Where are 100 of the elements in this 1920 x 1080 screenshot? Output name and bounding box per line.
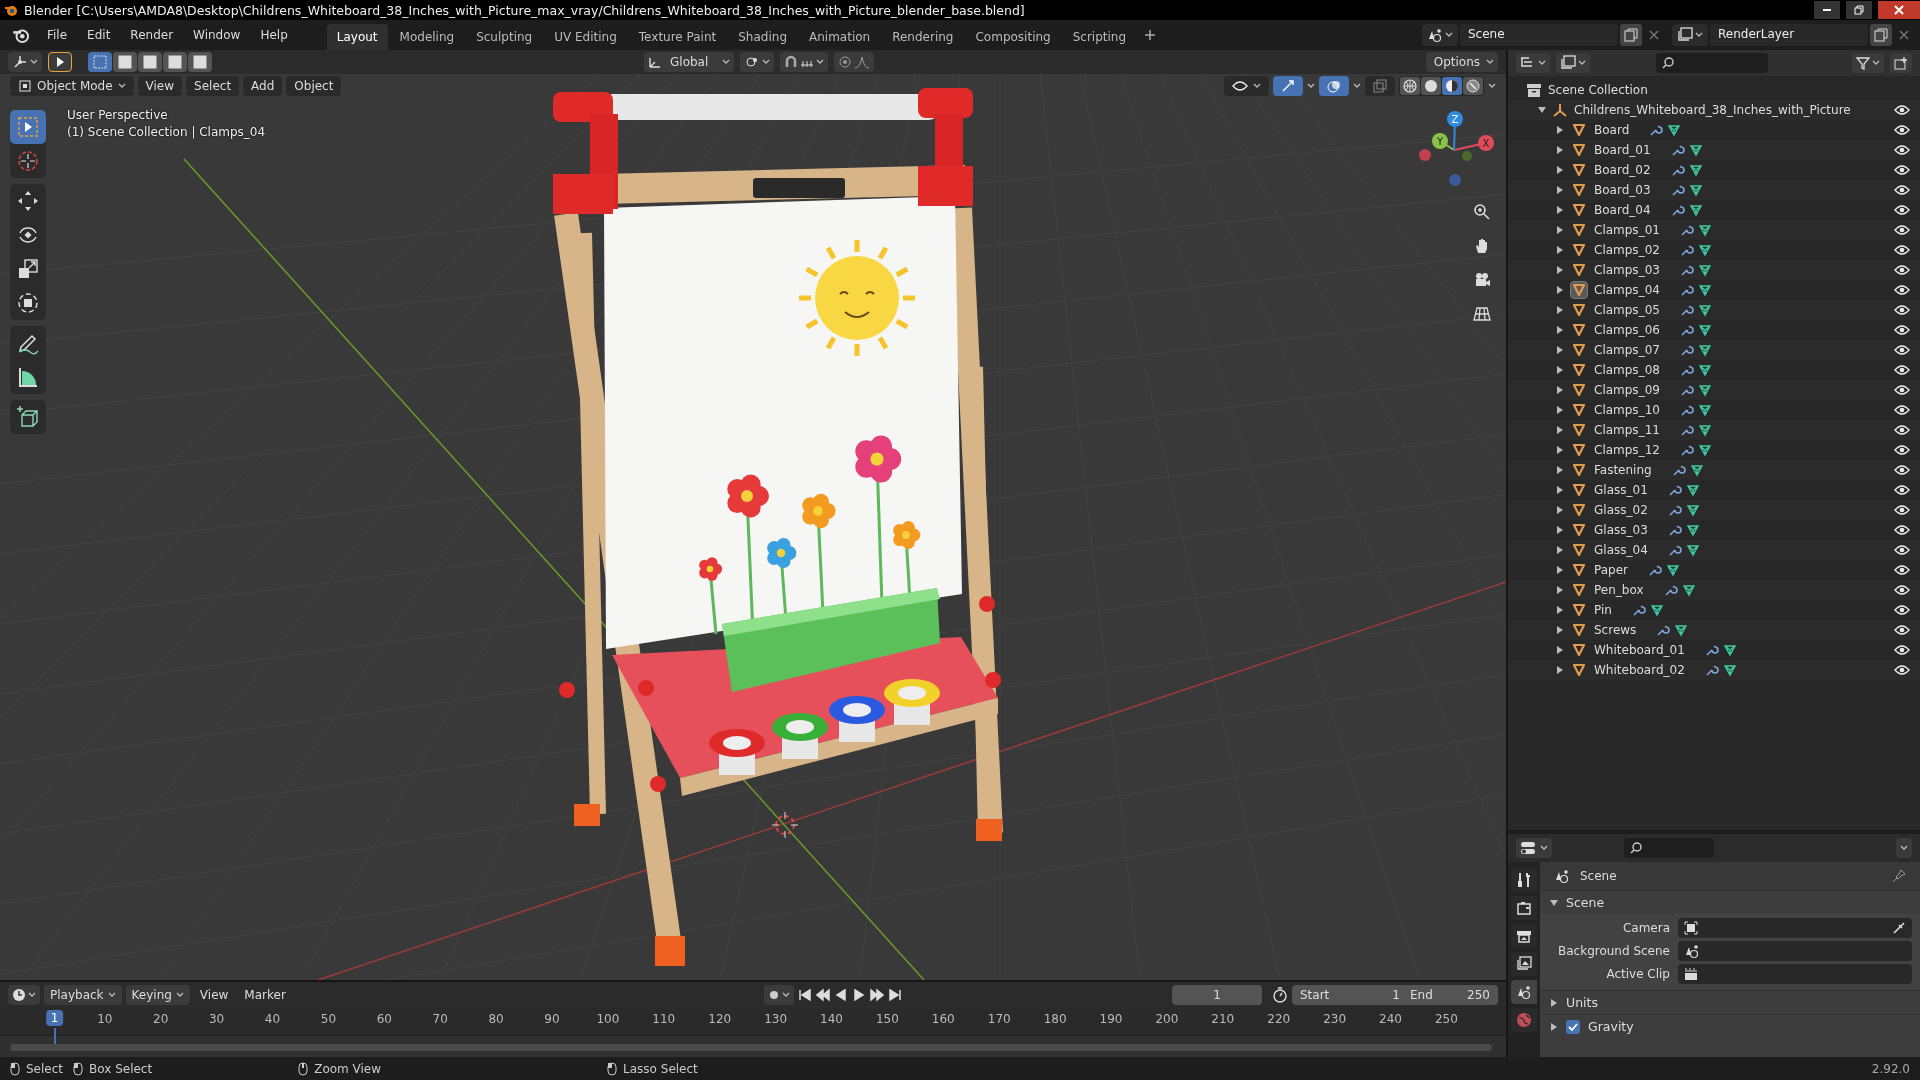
object-type-button[interactable] [1570, 521, 1588, 539]
properties-tab[interactable] [1511, 924, 1537, 948]
eye-icon[interactable] [1894, 624, 1910, 636]
outliner-row[interactable]: Clamps_12 [1508, 440, 1920, 460]
object-type-button[interactable] [1570, 441, 1588, 459]
mesh-data-icon[interactable] [1667, 123, 1682, 137]
object-type-button[interactable] [1570, 481, 1588, 499]
object-type-button[interactable] [1570, 181, 1588, 199]
expand-arrow-icon[interactable] [1556, 626, 1564, 634]
editor-type-button[interactable] [8, 985, 40, 1005]
stopwatch-icon[interactable] [1272, 987, 1288, 1003]
mesh-data-icon[interactable] [1697, 283, 1712, 297]
expand-arrow-icon[interactable] [1556, 226, 1564, 234]
shading-mode-button[interactable] [1421, 77, 1441, 95]
wrench-icon[interactable] [1679, 323, 1694, 337]
object-type-button[interactable] [1570, 321, 1588, 339]
view-layer-name-field[interactable]: RenderLayer [1710, 24, 1868, 46]
eye-icon[interactable] [1894, 664, 1910, 676]
eye-icon[interactable] [1894, 604, 1910, 616]
menu-item[interactable]: Render [121, 24, 183, 46]
menu-item[interactable]: File [38, 24, 77, 46]
workspace-tab[interactable]: Scripting [1062, 24, 1137, 50]
expand-arrow-icon[interactable] [1556, 486, 1564, 494]
wrench-icon[interactable] [1679, 443, 1694, 457]
search-field[interactable] [1624, 838, 1714, 858]
object-type-button[interactable] [1570, 281, 1588, 299]
object-type-button[interactable] [1570, 261, 1588, 279]
snap-toggle[interactable] [780, 52, 829, 72]
object-type-button[interactable] [1570, 361, 1588, 379]
wrench-icon[interactable] [1679, 403, 1694, 417]
viewport-menu[interactable]: Select [186, 76, 240, 96]
object-type-button[interactable] [1570, 501, 1588, 519]
expand-arrow-icon[interactable] [1556, 266, 1564, 274]
viewport-menu[interactable]: Object [286, 76, 342, 96]
eye-icon[interactable] [1894, 384, 1910, 396]
outliner-row[interactable]: Glass_03 [1508, 520, 1920, 540]
wrench-icon[interactable] [1667, 543, 1682, 557]
mesh-data-icon[interactable] [1681, 583, 1696, 597]
object-type-button[interactable] [1570, 601, 1588, 619]
eyedropper-icon[interactable] [1892, 921, 1906, 935]
expand-arrow-icon[interactable] [1556, 326, 1564, 334]
outliner-row[interactable]: Glass_01 [1508, 480, 1920, 500]
current-frame-field[interactable]: 1 [1172, 985, 1262, 1005]
options-dropdown[interactable] [1896, 838, 1912, 858]
object-type-button[interactable] [1570, 421, 1588, 439]
wrench-icon[interactable] [1670, 203, 1685, 217]
viewport-menu[interactable]: Add [243, 76, 283, 96]
expand-arrow-icon[interactable] [1538, 106, 1546, 114]
mesh-data-icon[interactable] [1688, 183, 1703, 197]
auto-keying-button[interactable] [763, 985, 794, 1005]
menu-item[interactable]: Window [184, 24, 250, 46]
eye-icon[interactable] [1894, 544, 1910, 556]
wrench-icon[interactable] [1704, 643, 1719, 657]
workspace-tab[interactable]: Modeling [389, 24, 465, 50]
mesh-data-icon[interactable] [1697, 343, 1712, 357]
outliner-row[interactable]: Clamps_06 [1508, 320, 1920, 340]
workspace-tab[interactable]: UV Editing [544, 24, 627, 50]
orientation-dropdown[interactable]: Global [644, 52, 735, 72]
outliner-row[interactable]: Paper [1508, 560, 1920, 580]
wrench-icon[interactable] [1679, 263, 1694, 277]
outliner-row[interactable]: Clamps_04 [1508, 280, 1920, 300]
object-type-button[interactable] [1570, 621, 1588, 639]
eye-icon[interactable] [1894, 364, 1910, 376]
expand-arrow-icon[interactable] [1556, 466, 1564, 474]
wrench-icon[interactable] [1704, 663, 1719, 677]
pin-icon[interactable] [1892, 869, 1906, 883]
timeline-menu[interactable]: Marker [238, 985, 292, 1005]
negative-y-handle[interactable] [1462, 151, 1472, 161]
camera-field[interactable] [1678, 918, 1912, 938]
mesh-data-icon[interactable] [1689, 463, 1704, 477]
object-type-button[interactable] [1570, 661, 1588, 679]
object-type-button[interactable] [1570, 641, 1588, 659]
options-dropdown[interactable]: Options [1425, 52, 1498, 72]
object-type-button[interactable] [1570, 341, 1588, 359]
mesh-data-icon[interactable] [1697, 443, 1712, 457]
wrench-icon[interactable] [1679, 283, 1694, 297]
workspace-tab[interactable]: Sculpting [466, 24, 543, 50]
eye-icon[interactable] [1894, 484, 1910, 496]
selection-mode-button[interactable] [138, 52, 162, 72]
start-frame-field[interactable]: Start 1 [1300, 988, 1400, 1002]
wrench-icon[interactable] [1663, 583, 1678, 597]
mode-dropdown[interactable]: Object Mode [10, 76, 134, 96]
workspace-tab[interactable]: Compositing [965, 24, 1061, 50]
eye-icon[interactable] [1894, 244, 1910, 256]
active-tool-button[interactable] [48, 52, 72, 72]
outliner-row[interactable]: Scene Collection [1508, 80, 1920, 100]
eye-icon[interactable] [1894, 524, 1910, 536]
mesh-data-icon[interactable] [1697, 403, 1712, 417]
playback-button[interactable] [887, 988, 902, 1002]
visibility-dropdown[interactable] [1224, 76, 1269, 96]
expand-arrow-icon[interactable] [1556, 366, 1564, 374]
expand-arrow-icon[interactable] [1556, 426, 1564, 434]
minimize-button[interactable] [1814, 1, 1840, 19]
negative-x-handle[interactable] [1419, 149, 1431, 161]
mesh-data-icon[interactable] [1697, 243, 1712, 257]
end-frame-field[interactable]: End 250 [1410, 988, 1490, 1002]
selection-mode-button[interactable] [163, 52, 187, 72]
expand-arrow-icon[interactable] [1556, 546, 1564, 554]
mesh-data-icon[interactable] [1674, 623, 1689, 637]
select-tool-button[interactable] [10, 110, 46, 144]
